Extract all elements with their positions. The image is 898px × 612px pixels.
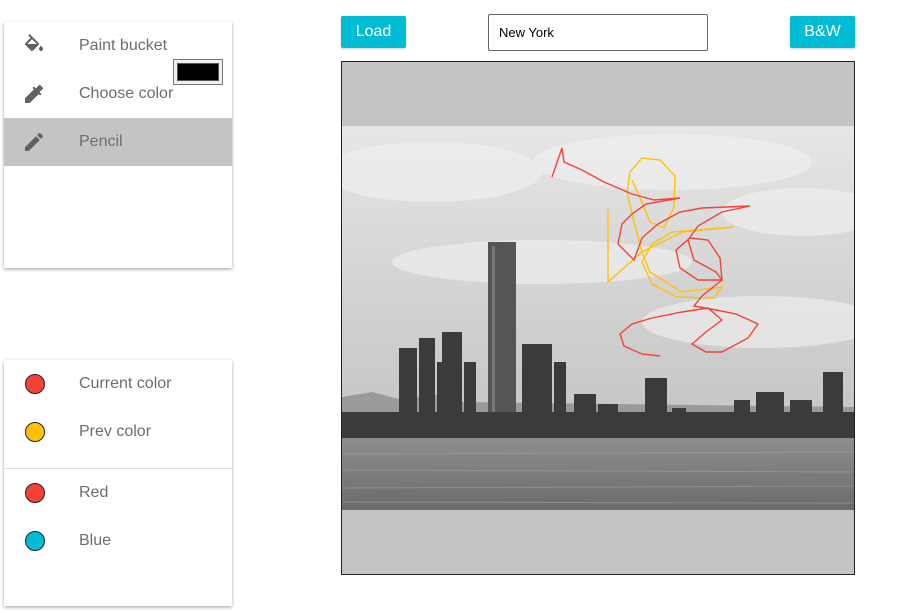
palette-label: Red <box>79 484 109 501</box>
bw-button[interactable]: B&W <box>790 16 855 48</box>
water-region <box>342 438 854 510</box>
canvas-image[interactable] <box>342 62 854 574</box>
palette-item-red[interactable]: Red <box>4 469 232 517</box>
color-picker-swatch <box>177 63 219 81</box>
eyedropper-icon <box>25 84 44 103</box>
blue-color-dot <box>25 531 45 551</box>
color-picker-input[interactable] <box>173 59 223 85</box>
tool-label: Paint bucket <box>79 37 168 54</box>
tool-label: Choose color <box>79 85 174 102</box>
tool-pencil[interactable]: Pencil <box>4 118 232 166</box>
prev-color-dot <box>25 422 45 442</box>
tool-label: Pencil <box>79 133 123 150</box>
current-color-label: Current color <box>79 375 172 392</box>
drawing-canvas[interactable] <box>341 61 855 575</box>
load-button[interactable]: Load <box>341 16 406 48</box>
current-color-item[interactable]: Current color <box>4 360 232 408</box>
palette-item-blue[interactable]: Blue <box>4 517 232 565</box>
current-color-dot <box>25 374 45 394</box>
red-color-dot <box>25 483 45 503</box>
paint-bucket-icon <box>24 34 43 51</box>
prev-color-label: Prev color <box>79 423 152 440</box>
prev-color-item[interactable]: Prev color <box>4 408 232 456</box>
pencil-icon <box>25 132 44 151</box>
palette-label: Blue <box>79 532 112 549</box>
colors-panel: Current color Prev color Red Blue <box>4 360 232 606</box>
city-input[interactable] <box>488 14 708 51</box>
